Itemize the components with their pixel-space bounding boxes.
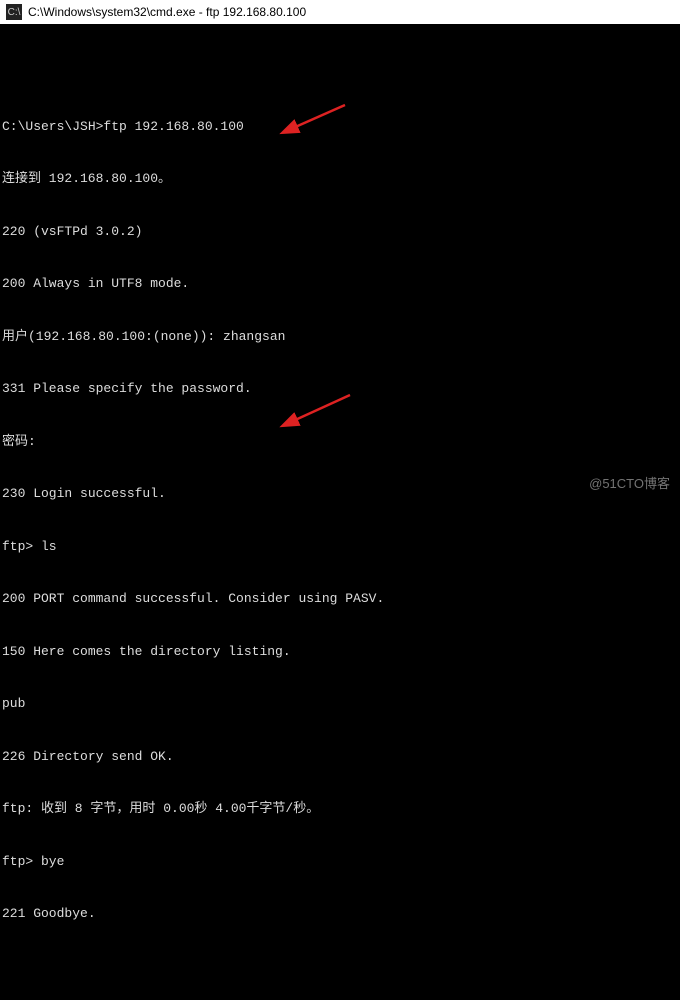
cmd-icon: C:\ — [6, 4, 22, 20]
blank-line — [2, 958, 680, 976]
ftp-command-line: ftp> ls — [2, 538, 680, 556]
output-line: 226 Directory send OK. — [2, 748, 680, 766]
output-line: 331 Please specify the password. — [2, 380, 680, 398]
ftp-command-line: ftp> bye — [2, 853, 680, 871]
blank-line — [2, 65, 680, 83]
cmd-prompt-line: C:\Users\JSH>ftp 192.168.80.100 — [2, 118, 680, 136]
output-line: 200 PORT command successful. Consider us… — [2, 590, 680, 608]
window-title: C:\Windows\system32\cmd.exe - ftp 192.16… — [28, 5, 306, 19]
watermark: @51CTO博客 — [589, 473, 670, 492]
window-titlebar: C:\ C:\Windows\system32\cmd.exe - ftp 19… — [0, 0, 680, 24]
dir-entry: pub — [2, 695, 680, 713]
user-input-line: 用户(192.168.80.100:(none)): zhangsan — [2, 328, 680, 346]
output-line: 221 Goodbye. — [2, 905, 680, 923]
password-line: 密码: — [2, 433, 680, 451]
terminal-output[interactable]: C:\Users\JSH>ftp 192.168.80.100 连接到 192.… — [0, 24, 680, 1000]
output-line: ftp: 收到 8 字节，用时 0.00秒 4.00千字节/秒。 — [2, 800, 680, 818]
output-line: 200 Always in UTF8 mode. — [2, 275, 680, 293]
output-line: 150 Here comes the directory listing. — [2, 643, 680, 661]
output-line: 220 (vsFTPd 3.0.2) — [2, 223, 680, 241]
output-line: 连接到 192.168.80.100。 — [2, 170, 680, 188]
